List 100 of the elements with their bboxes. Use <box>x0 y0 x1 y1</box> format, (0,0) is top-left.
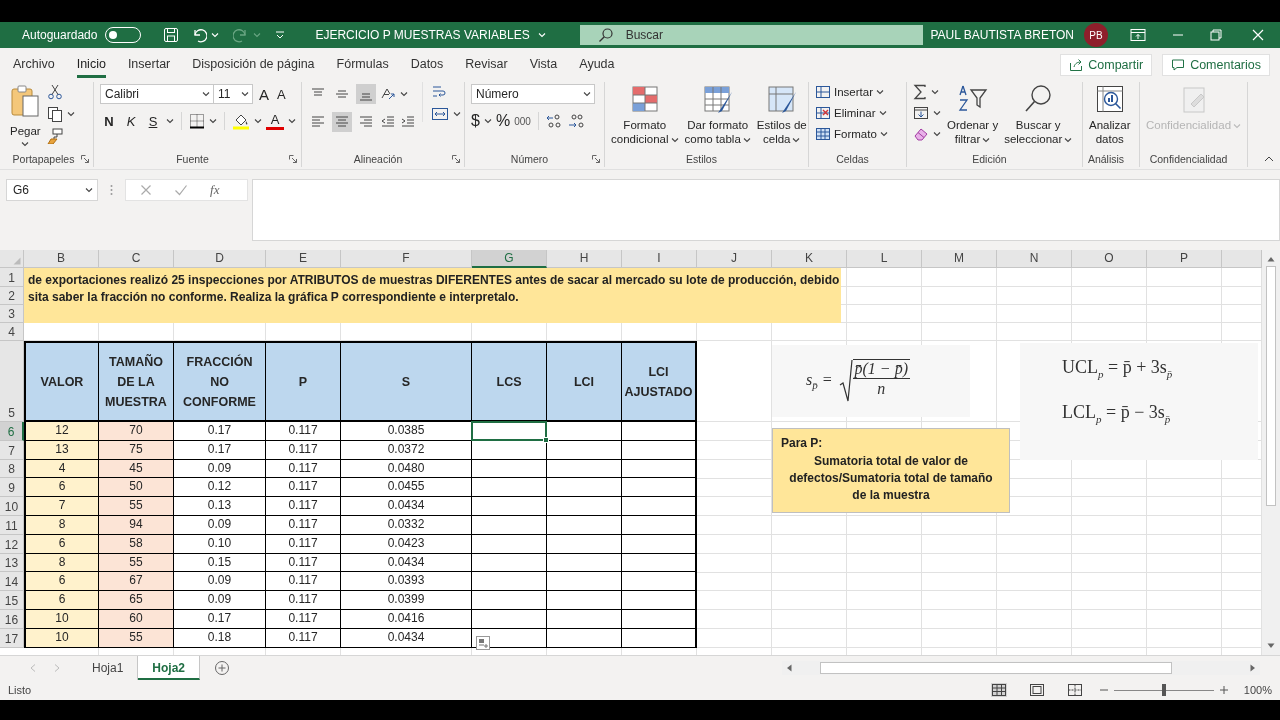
column-heading: TAMAÑO DE LA MUESTRA <box>98 341 174 422</box>
bold-button[interactable]: N <box>100 113 118 129</box>
insert-function-button[interactable]: fx <box>210 182 220 198</box>
analyze-data-button[interactable]: Analizar datos <box>1089 82 1131 146</box>
ribbon-tab[interactable]: Disposición de página <box>192 52 315 78</box>
paste-button[interactable]: Pegar <box>10 82 41 147</box>
delete-cells-button[interactable]: Eliminar <box>815 105 888 121</box>
group-label: Número <box>510 153 549 165</box>
font-name-dropdown[interactable]: Calibri <box>100 84 214 104</box>
ribbon-tab[interactable]: Insertar <box>127 52 171 78</box>
insert-cells-button[interactable]: Insertar <box>815 84 888 100</box>
format-as-table-button[interactable]: Dar formato como tabla <box>684 82 751 146</box>
group-label: Confidencialidad <box>1149 153 1228 165</box>
group-label: Estilos <box>686 153 717 165</box>
table-cell: 12 <box>24 422 99 441</box>
autosave-label: Autoguardado <box>22 28 98 42</box>
thousands-button[interactable]: 000 <box>514 115 531 127</box>
instruction-text: sita saber la fracción no conforme. Realiza la gráfica P correspondiente e interpretalo. <box>28 289 520 306</box>
table-cell: 0.0385 <box>341 422 472 441</box>
column-header[interactable]: C <box>99 250 174 268</box>
ribbon-tab[interactable]: Fórmulas <box>336 52 389 78</box>
instruction-text: de exportaciones realizó 25 inspecciones por ATRIBUTOS de muestras DIFERENTES antes de sacar al mercado su lote de producción, debido <box>28 272 841 289</box>
ribbon-tab[interactable]: Inicio <box>76 52 106 78</box>
column-header[interactable]: D <box>174 250 266 268</box>
share-button[interactable]: Compartir <box>1060 54 1153 76</box>
conditional-formatting-button[interactable]: Formato condicional <box>611 82 679 146</box>
formula-text: s$_{p̄}$ = <box>806 370 833 392</box>
increase-font-button[interactable]: A <box>257 85 271 103</box>
column-header[interactable]: P <box>1147 250 1222 268</box>
sort-filter-button[interactable]: Ordenar y filtrar <box>947 82 999 146</box>
name-box[interactable]: G6 <box>6 179 99 201</box>
currency-button[interactable]: $ <box>471 112 480 130</box>
document-title[interactable]: EJERCICIO P MUESTRAS VARIABLES <box>315 28 530 42</box>
decrease-font-button[interactable]: A <box>275 86 288 102</box>
column-heading: S <box>340 341 472 422</box>
group-label: Fuente <box>176 153 209 165</box>
column-header[interactable]: O <box>1072 250 1147 268</box>
row-header[interactable]: 15 <box>0 591 24 610</box>
column-header[interactable]: I <box>622 250 697 268</box>
row-header[interactable]: 10 <box>0 497 24 516</box>
row-header[interactable]: 6 <box>0 422 24 441</box>
table-cell: 0.0455 <box>341 478 472 498</box>
column-header[interactable]: K <box>772 250 847 268</box>
sheet-tab[interactable]: Hoja2 <box>138 656 201 680</box>
font-color-button[interactable]: A <box>266 112 284 130</box>
table-cell: 67 <box>99 572 174 592</box>
row-header[interactable]: 4 <box>0 323 24 341</box>
column-header[interactable]: H <box>547 250 622 268</box>
table-cell: 7 <box>24 497 99 516</box>
column-heading: LCI <box>546 341 622 422</box>
format-cells-button[interactable]: Formato <box>815 126 888 142</box>
table-cell: 0.117 <box>266 422 341 441</box>
user-avatar[interactable]: PB <box>1084 23 1108 47</box>
table-cell: 0.117 <box>266 572 341 592</box>
table-cell: 0.0393 <box>341 572 472 592</box>
column-header[interactable]: J <box>697 250 772 268</box>
table-cell: 6 <box>24 572 99 592</box>
table-cell: 0.117 <box>266 478 341 498</box>
comments-button[interactable]: Comentarios <box>1162 54 1270 76</box>
column-header[interactable]: L <box>847 250 922 268</box>
cell-styles-button[interactable]: Estilos de celda <box>756 82 807 146</box>
table-cell: 6 <box>24 478 99 498</box>
column-header[interactable]: N <box>997 250 1072 268</box>
table-cell: 0.12 <box>174 478 266 498</box>
row-header[interactable]: 5 <box>0 341 24 422</box>
ribbon-tab[interactable]: Ayuda <box>579 52 615 78</box>
table-cell: 0.17 <box>174 422 266 441</box>
column-heading: VALOR <box>24 341 99 422</box>
column-header[interactable]: G <box>472 250 547 268</box>
table-cell: 6 <box>24 591 99 610</box>
column-header[interactable]: F <box>341 250 472 268</box>
table-cell: 65 <box>99 591 174 610</box>
row-header[interactable]: 1 <box>0 268 24 287</box>
ribbon-tab[interactable]: Archivo <box>13 52 55 78</box>
column-header[interactable]: B <box>24 250 99 268</box>
formula-numerator: p̄(1 − p̄) <box>852 358 910 379</box>
row-header[interactable]: 3 <box>0 305 24 323</box>
user-name: PAUL BAUTISTA BRETON <box>930 28 1074 42</box>
formula-text: UCL$_{p}$ = p̄ + 3s$_{p̄}$ <box>1062 357 1174 380</box>
percent-button[interactable]: % <box>495 112 511 130</box>
zoom-level[interactable]: 100% <box>1243 684 1272 696</box>
column-heading: P <box>265 341 341 422</box>
ribbon-tab[interactable]: Revisar <box>465 52 508 78</box>
ribbon-tab[interactable]: Vista <box>529 52 558 78</box>
row-header[interactable]: 14 <box>0 572 24 592</box>
row-header[interactable]: 9 <box>0 478 24 498</box>
table-cell: 0.09 <box>174 591 266 610</box>
table-cell: 0.0399 <box>341 591 472 610</box>
number-format-dropdown[interactable]: Número <box>471 84 595 104</box>
italic-button[interactable]: K <box>122 113 140 129</box>
ribbon-tab[interactable]: Datos <box>410 52 444 78</box>
search-field[interactable]: Buscar <box>579 25 923 45</box>
column-header[interactable]: E <box>266 250 341 268</box>
column-header[interactable]: M <box>922 250 997 268</box>
column-heading: LCS <box>471 341 547 422</box>
find-select-button[interactable]: Buscar y seleccionar <box>1004 82 1073 146</box>
underline-button[interactable]: S <box>144 113 162 129</box>
group-label: Edición <box>972 153 1007 165</box>
font-size-dropdown[interactable]: 11 <box>213 84 253 104</box>
row-header[interactable]: 2 <box>0 287 24 305</box>
